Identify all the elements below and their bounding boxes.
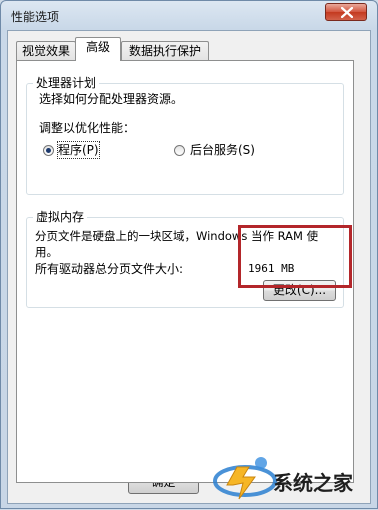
tab-data-execution-prevention[interactable]: 数据执行保护 [121,41,209,60]
processor-scheduling-group: 处理器计划 选择如何分配处理器资源。 调整以优化性能： 程序(P) 后台服务(S… [26,75,344,195]
adjust-performance-label: 调整以优化性能： [39,121,136,135]
processor-scheduling-title: 处理器计划 [33,75,100,91]
tab-advanced[interactable]: 高级 [75,37,121,61]
virtual-memory-title: 虚拟内存 [33,209,88,225]
window-title: 性能选项 [11,10,60,24]
background-services-radio[interactable] [174,145,185,156]
close-button[interactable] [325,3,367,21]
programs-radio-label[interactable]: 程序(P) [57,141,100,159]
watermark-logo-icon [213,457,277,500]
title-bar[interactable]: 性能选项 [1,1,377,29]
watermark-text: 系统之家 [273,471,353,495]
highlight-annotation [238,225,352,288]
site-watermark: 系统之家 [209,439,378,510]
close-icon [341,7,353,18]
performance-options-window: 性能选项 视觉效果 高级 数据执行保护 处理器计划 选择如何分配处理器资源。 调… [0,0,378,509]
virtual-memory-description-line2: 用。 [35,245,58,259]
total-paging-file-label: 所有驱动器总分页文件大小: [35,262,184,276]
processor-description: 选择如何分配处理器资源。 [39,92,184,106]
tab-advanced-label: 高级 [85,40,110,54]
programs-radio[interactable] [43,145,54,156]
background-services-radio-label[interactable]: 后台服务(S) [190,142,255,158]
tab-visual-effects[interactable]: 视觉效果 [16,41,76,60]
